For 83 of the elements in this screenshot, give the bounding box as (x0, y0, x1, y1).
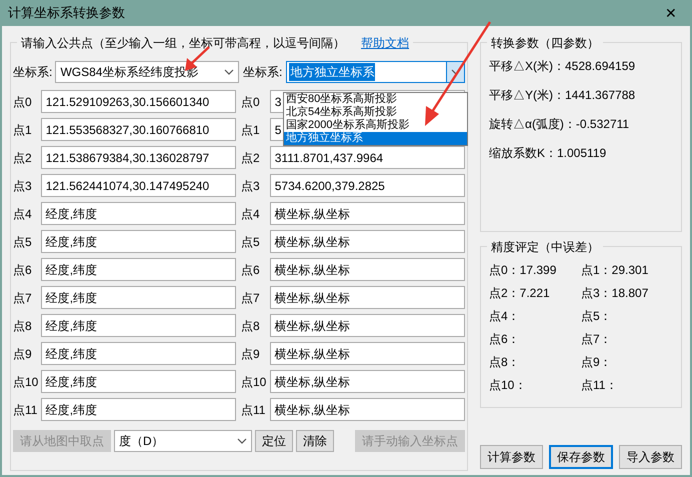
chevron-down-icon (224, 69, 234, 75)
error-text: 点7： (581, 331, 613, 344)
toolbar-button[interactable]: 清除 (296, 430, 334, 452)
coordinate-field[interactable]: 横坐标,纵坐标 (270, 314, 465, 337)
error-text: 点4： (489, 308, 521, 321)
coordinate-field[interactable]: 经度,纬度 (40, 202, 236, 225)
chevron-down-icon (237, 438, 247, 444)
source-system-label: 坐标系: (13, 64, 54, 81)
coordinate-field[interactable]: 121.553568327,30.160766810 (40, 118, 236, 141)
parameter-text: 旋转△α(弧度)：-0.532711 (489, 116, 630, 133)
error-text: 点2：7.221 (489, 285, 551, 298)
coordinate-field[interactable]: 121.538679384,30.136028797 (40, 146, 236, 169)
point-label: 点11 (13, 402, 38, 418)
point-label: 点7 (241, 290, 261, 306)
coordinate-field[interactable]: 经度,纬度 (40, 258, 236, 281)
point-label: 点1 (13, 122, 33, 138)
point-label: 点9 (241, 346, 261, 362)
point-label: 点3 (241, 178, 261, 194)
action-button[interactable]: 保存参数 (548, 445, 614, 469)
coordinate-field[interactable]: 经度,纬度 (40, 342, 236, 365)
point-label: 点8 (13, 318, 33, 334)
point-label: 点4 (13, 206, 33, 222)
error-text: 点9： (581, 354, 613, 367)
coordinate-field[interactable]: 经度,纬度 (40, 314, 236, 337)
dropdown-option[interactable]: 西安80坐标系高斯投影 (284, 93, 467, 106)
unit-combo[interactable]: 度（D） (114, 430, 252, 452)
error-text: 点5： (581, 308, 613, 321)
point-label: 点8 (241, 318, 261, 334)
point-label: 点0 (13, 94, 33, 110)
point-label: 点3 (13, 178, 33, 194)
point-label: 点9 (13, 346, 33, 362)
point-label: 点2 (241, 150, 261, 166)
point-label: 点7 (13, 290, 33, 306)
point-label: 点10 (241, 374, 268, 390)
action-button[interactable]: 计算参数 (480, 445, 543, 469)
error-text: 点11： (581, 377, 618, 390)
error-text: 点0：17.399 (489, 262, 558, 275)
coordinate-field[interactable]: 121.529109263,30.156601340 (40, 90, 236, 113)
coordinate-field[interactable]: 横坐标,纵坐标 (270, 230, 465, 253)
point-label: 点2 (13, 150, 33, 166)
dropdown-option[interactable]: 北京54坐标系高斯投影 (284, 106, 467, 119)
point-label: 点1 (241, 122, 261, 138)
coordinate-field[interactable]: 横坐标,纵坐标 (270, 202, 465, 225)
action-button[interactable]: 导入参数 (619, 445, 682, 469)
help-link[interactable]: 帮助文档 (361, 34, 409, 52)
point-label: 点10 (13, 374, 40, 390)
coordinate-field[interactable]: 横坐标,纵坐标 (270, 342, 465, 365)
coordinate-field[interactable]: 经度,纬度 (40, 398, 236, 421)
error-text: 点8： (489, 354, 521, 367)
point-label: 点5 (241, 234, 261, 250)
dropdown-option[interactable]: 国家2000坐标系高斯投影 (284, 119, 467, 132)
toolbar-button[interactable]: 定位 (255, 430, 293, 452)
point-label: 点6 (241, 262, 261, 278)
coordinate-field[interactable]: 横坐标,纵坐标 (270, 258, 465, 281)
dropdown-option[interactable]: 地方独立坐标系 (284, 132, 467, 145)
coordinate-field[interactable]: 3111.8701,437.9964 (270, 146, 465, 169)
target-system-label: 坐标系: (243, 64, 284, 81)
coordinate-field[interactable]: 横坐标,纵坐标 (270, 398, 465, 421)
parameter-text: 缩放系数K：1.005119 (489, 145, 608, 162)
point-label: 点6 (13, 262, 33, 278)
coordinate-field[interactable]: 经度,纬度 (40, 370, 236, 393)
group-title: 精度评定（中误差） (487, 238, 603, 256)
group-title: 转换参数（四参数） (487, 34, 603, 52)
coordinate-field[interactable]: 横坐标,纵坐标 (270, 286, 465, 309)
error-text: 点3：18.807 (581, 285, 650, 298)
coordinate-field[interactable]: 5734.6200,379.2825 (270, 174, 465, 197)
coordinate-field[interactable]: 经度,纬度 (40, 230, 236, 253)
error-text: 点6： (489, 331, 521, 344)
coordinate-field[interactable]: 横坐标,纵坐标 (270, 370, 465, 393)
point-label: 点11 (241, 402, 266, 418)
error-text: 点1：29.301 (581, 262, 650, 275)
group-title: 请输入公共点（至少输入一组，坐标可带高程，以逗号间隔） (21, 35, 345, 52)
close-button[interactable]: ✕ (658, 2, 684, 24)
parameter-text: 平移△X(米)：4528.694159 (489, 58, 636, 75)
point-label: 点4 (241, 206, 261, 222)
error-text: 点10： (489, 377, 528, 390)
coordinate-field[interactable]: 经度,纬度 (40, 286, 236, 309)
coordinate-field[interactable]: 121.562441074,30.147495240 (40, 174, 236, 197)
parameter-text: 平移△Y(米)：1441.367788 (489, 87, 636, 104)
window-title: 计算坐标系转换参数 (8, 4, 125, 22)
point-label: 点5 (13, 234, 33, 250)
point-label: 点0 (241, 94, 261, 110)
target-system-combo[interactable]: 地方独立坐标系 (286, 61, 465, 83)
